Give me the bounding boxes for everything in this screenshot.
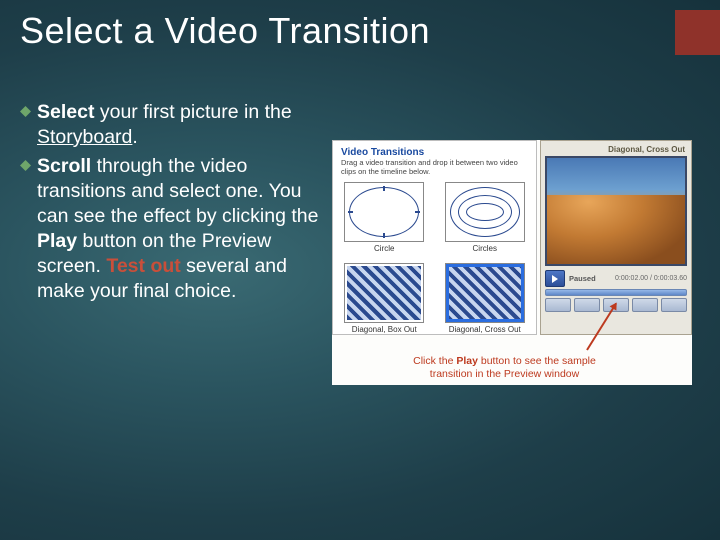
- split-button[interactable]: [661, 298, 687, 312]
- figure: Video Transitions Drag a video transitio…: [332, 100, 700, 520]
- rewind-button[interactable]: [574, 298, 600, 312]
- play-icon: [552, 275, 558, 283]
- preview-caption: Diagonal, Cross Out: [545, 145, 687, 156]
- figure-caption: Click the Play button to see the sample …: [357, 355, 652, 381]
- transition-thumb: [344, 263, 424, 323]
- video-transitions-panel: Video Transitions Drag a video transitio…: [332, 140, 537, 335]
- preview-screen: [545, 156, 687, 266]
- transitions-grid: Circle Circles Diagonal, B: [341, 182, 528, 334]
- caption-text: Play: [456, 355, 478, 367]
- bullet-marker-icon: [20, 106, 31, 117]
- transition-thumb: [445, 263, 525, 323]
- accent-square: [675, 10, 720, 55]
- transition-label: Circle: [341, 244, 428, 253]
- slide: Select a Video Transition Select your fi…: [0, 0, 720, 540]
- transition-item-circles[interactable]: Circles: [442, 182, 529, 253]
- transitions-title: Video Transitions: [341, 147, 528, 158]
- slide-title: Select a Video Transition: [20, 10, 430, 52]
- transition-thumb: [445, 182, 525, 242]
- transitions-subtitle: Drag a video transition and drop it betw…: [341, 159, 528, 176]
- caption-text: transition in the Preview window: [430, 368, 579, 380]
- bullet-text: Select your first picture in the Storybo…: [37, 100, 320, 150]
- transition-thumb: [344, 182, 424, 242]
- body-area: Select your first picture in the Storybo…: [20, 100, 700, 520]
- bullet-item: Scroll through the video transitions and…: [20, 154, 320, 304]
- play-button[interactable]: [545, 270, 565, 287]
- bullet-marker-icon: [20, 160, 31, 171]
- caption-text: Click the: [413, 355, 456, 367]
- transition-item-diagonal-box-out[interactable]: Diagonal, Box Out: [341, 263, 428, 334]
- bullet-list: Select your first picture in the Storybo…: [20, 100, 320, 520]
- transition-label: Circles: [442, 244, 529, 253]
- seek-track[interactable]: [545, 289, 687, 296]
- bullet-item: Select your first picture in the Storybo…: [20, 100, 320, 150]
- figure-frame: Video Transitions Drag a video transitio…: [332, 140, 692, 385]
- preview-status: Paused: [569, 274, 596, 283]
- caption-text: button to see the sample: [478, 355, 596, 367]
- prev-button[interactable]: [545, 298, 571, 312]
- transition-label: Diagonal, Box Out: [341, 325, 428, 334]
- transition-item-diagonal-cross-out[interactable]: Diagonal, Cross Out: [442, 263, 529, 334]
- next-button[interactable]: [632, 298, 658, 312]
- bullet-text: Scroll through the video transitions and…: [37, 154, 320, 304]
- preview-time: 0:00:02.00 / 0:00:03.60: [615, 275, 687, 282]
- transition-label: Diagonal, Cross Out: [442, 325, 529, 334]
- title-bar: Select a Video Transition: [20, 10, 720, 55]
- transition-item-circle[interactable]: Circle: [341, 182, 428, 253]
